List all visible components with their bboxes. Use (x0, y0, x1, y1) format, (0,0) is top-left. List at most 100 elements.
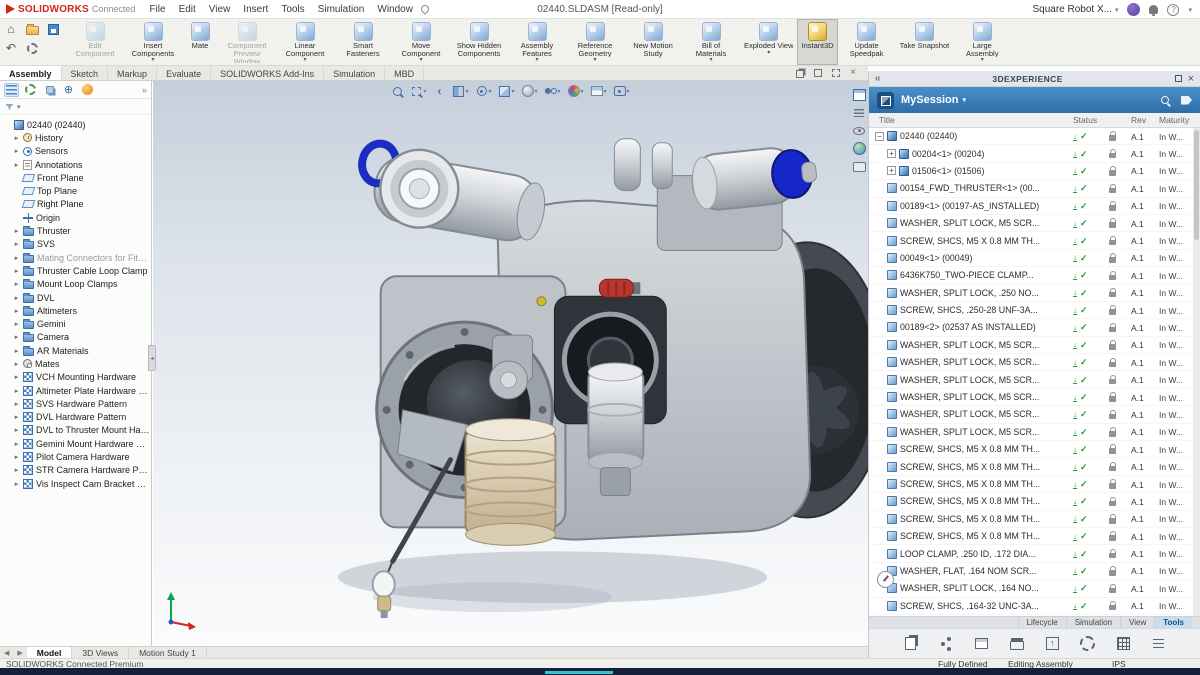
sliders-icon[interactable] (1151, 636, 1167, 652)
tree-item-str-camera-hardware-pattern-1[interactable]: ▸STR Camera Hardware Pattern 1 (0, 464, 151, 477)
tree-item-annotations[interactable]: ▸Annotations (0, 158, 151, 171)
save-icon[interactable] (46, 22, 60, 36)
cascade-windows-icon[interactable] (796, 70, 804, 78)
expand-arrow-icon[interactable]: ▸ (13, 360, 20, 368)
print-icon[interactable] (1009, 636, 1025, 652)
topbar-caret-icon[interactable]: ▾ (1188, 6, 1192, 14)
expand-arrow-icon[interactable]: ▸ (13, 134, 20, 142)
tree-item-origin[interactable]: Origin (0, 211, 151, 224)
previous-view-button[interactable]: ‹ (433, 85, 445, 97)
mysession-title[interactable]: MySession▾ (901, 94, 966, 106)
column-maturity[interactable]: Maturity (1159, 115, 1193, 125)
session-row[interactable]: SCREW, SHCS, M5 X 0.8 MM TH...↓✓A.1In W.… (869, 232, 1193, 249)
content-icon[interactable] (902, 636, 918, 652)
grid-icon[interactable] (1115, 636, 1131, 652)
tree-item-dvl-hardware-pattern[interactable]: ▸DVL Hardware Pattern (0, 411, 151, 424)
expand-arrow-icon[interactable]: ▸ (13, 440, 20, 448)
propertymanager-tab[interactable] (23, 83, 38, 97)
options-icon[interactable] (25, 41, 39, 55)
tree-item-svs[interactable]: ▸SVS (0, 238, 151, 251)
expand-arrow-icon[interactable]: ▸ (13, 320, 20, 328)
session-scrollbar[interactable] (1193, 128, 1200, 616)
tree-item-svs-hardware-pattern[interactable]: ▸SVS Hardware Pattern (0, 397, 151, 410)
restore-window-icon[interactable] (814, 69, 822, 77)
ribbon-large-assembly-settings-button[interactable]: Large Assembly Settings▾ (953, 19, 1011, 65)
snapshot-icon[interactable] (853, 160, 866, 173)
expand-arrow-icon[interactable]: ▸ (13, 453, 20, 461)
collapse-chevrons-icon[interactable]: « (875, 73, 881, 84)
expand-arrow-icon[interactable]: ▸ (13, 240, 20, 248)
tree-item-altimeter-plate-hardware-pattern[interactable]: ▸Altimeter Plate Hardware Pattern (0, 384, 151, 397)
undo-icon[interactable]: ↶ (4, 41, 18, 55)
expand-arrow-icon[interactable]: ▸ (13, 147, 20, 155)
ribbon-move-component-button[interactable]: Move Component▾ (392, 19, 450, 65)
expand-arrow-icon[interactable]: ▸ (13, 333, 20, 341)
graphics-viewport[interactable]: ▾‹▾▾▾▾▾▾▾▾ (153, 81, 868, 646)
tree-item-top-plane[interactable]: Top Plane (0, 184, 151, 197)
open-icon[interactable] (25, 22, 39, 36)
ribbon-instant3d-button[interactable]: Instant3D (797, 19, 837, 65)
tree-item-vis-inspect-cam-bracket-hardware[interactable]: ▸Vis Inspect Cam Bracket Hardware (0, 477, 151, 490)
session-row[interactable]: WASHER, SPLIT LOCK, .164 NO...↓✓A.1In W.… (869, 580, 1193, 597)
section-view-button[interactable]: ▾ (452, 85, 468, 97)
tree-item-front-plane[interactable]: Front Plane (0, 171, 151, 184)
tree-item-history[interactable]: ▸History (0, 131, 151, 144)
column-status[interactable]: Status (1073, 115, 1097, 125)
session-row[interactable]: SCREW, SHCS, M5 X 0.8 MM TH...↓✓A.1In W.… (869, 511, 1193, 528)
tree-item-right-plane[interactable]: Right Plane (0, 198, 151, 211)
session-row[interactable]: 00189<2> (02537 AS INSTALLED)↓✓A.1In W..… (869, 319, 1193, 336)
tab-assembly[interactable]: Assembly (0, 66, 62, 80)
notifications-bell-icon[interactable] (1149, 5, 1158, 14)
expand-arrow-icon[interactable]: ▸ (13, 307, 20, 315)
session-row[interactable]: SCREW, SHCS, .250-28 UNF-3A...↓✓A.1In W.… (869, 302, 1193, 319)
session-tab-view[interactable]: View (1120, 617, 1154, 628)
session-row[interactable]: SCREW, SHCS, M5 X 0.8 MM TH...↓✓A.1In W.… (869, 528, 1193, 545)
session-row[interactable]: WASHER, SPLIT LOCK, M5 SCR...↓✓A.1In W..… (869, 371, 1193, 388)
ribbon-exploded-view-button[interactable]: Exploded View▾ (740, 19, 797, 65)
expand-arrow-icon[interactable]: ▸ (13, 280, 20, 288)
zoom-area-button[interactable]: ▾ (410, 85, 426, 97)
session-tab-tools[interactable]: Tools (1154, 617, 1192, 628)
session-row[interactable]: +01506<1> (01506)↓✓A.1In W... (869, 163, 1193, 180)
tree-item-altimeters[interactable]: ▸Altimeters (0, 304, 151, 317)
undock-window-icon[interactable] (832, 69, 840, 77)
ribbon-new-motion-study-button[interactable]: New Motion Study (624, 19, 682, 65)
ribbon-bill-of-materials-button[interactable]: Bill of Materials▾ (682, 19, 740, 65)
apply-scene-button[interactable]: ▾ (591, 85, 607, 97)
tab-mbd[interactable]: MBD (385, 66, 424, 80)
menu-edit[interactable]: Edit (179, 4, 196, 15)
expand-arrow-icon[interactable]: ▸ (13, 400, 20, 408)
session-row[interactable]: SCREW, SHCS, M5 X 0.8 MM TH...↓✓A.1In W.… (869, 476, 1193, 493)
tab-sketch[interactable]: Sketch (62, 66, 109, 80)
featuremanager-tree-tab[interactable] (4, 83, 19, 97)
session-row[interactable]: 00154_FWD_THRUSTER<1> (00...↓✓A.1In W... (869, 180, 1193, 197)
menu-view[interactable]: View (209, 4, 231, 15)
session-row[interactable]: 00049<1> (00049)↓✓A.1In W... (869, 250, 1193, 267)
export-icon[interactable] (1044, 636, 1060, 652)
ribbon-take-snapshot-button[interactable]: Take Snapshot (896, 19, 954, 65)
session-row[interactable]: WASHER, SPLIT LOCK, M5 SCR...↓✓A.1In W..… (869, 424, 1193, 441)
close-panel-icon[interactable]: × (1188, 74, 1194, 84)
display-style-button[interactable]: ▾ (521, 85, 537, 97)
tree-item-thruster[interactable]: ▸Thruster (0, 224, 151, 237)
session-row[interactable]: LOOP CLAMP, .250 ID, .172 DIA...↓✓A.1In … (869, 545, 1193, 562)
tree-item-sensors[interactable]: ▸Sensors (0, 145, 151, 158)
home-icon[interactable]: ⌂ (4, 22, 18, 36)
model-tab-3d-views[interactable]: 3D Views (72, 647, 129, 658)
tree-item-mating-connectors-for-fitcheck[interactable]: ▸Mating Connectors for Fitcheck (0, 251, 151, 264)
tab-scroll-left-icon[interactable]: ◀ (0, 647, 13, 658)
filter-funnel-icon[interactable] (5, 104, 14, 110)
expand-arrow-icon[interactable]: ▸ (13, 387, 20, 395)
tree-item-02440-02440[interactable]: 02440 (02440) (0, 118, 151, 131)
tree-item-mates[interactable]: ▸Mates (0, 357, 151, 370)
expand-arrow-icon[interactable]: ▸ (13, 254, 20, 262)
expand-box-icon[interactable]: + (887, 166, 896, 175)
session-row[interactable]: WASHER, SPLIT LOCK, M5 SCR...↓✓A.1In W..… (869, 354, 1193, 371)
ribbon-insert-components-button[interactable]: Insert Components▾ (124, 19, 182, 65)
tree-item-gemini[interactable]: ▸Gemini (0, 317, 151, 330)
session-row[interactable]: WASHER, FLAT, .164 NOM SCR...↓✓A.1In W..… (869, 563, 1193, 580)
expand-panel-icon[interactable] (1175, 75, 1182, 82)
panel-collapse-handle[interactable]: ◂ (148, 345, 156, 371)
search-icon[interactable] (1161, 96, 1169, 104)
hide-show-items-button[interactable]: ▾ (545, 85, 561, 97)
